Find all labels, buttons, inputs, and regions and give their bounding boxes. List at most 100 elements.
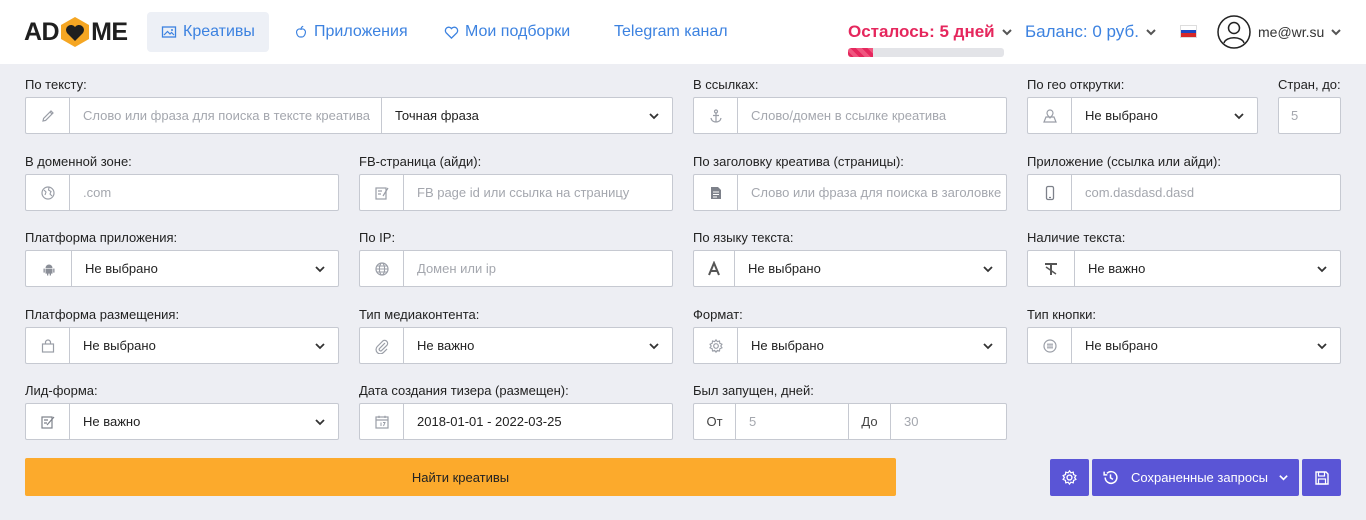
media-type-select[interactable]: Не важно [404, 328, 672, 363]
chevron-down-icon [983, 265, 993, 272]
logo[interactable]: AD ME [24, 15, 128, 49]
format-group: Не выбрано [693, 327, 1007, 364]
days-from-label: От [694, 404, 736, 439]
countries-group: 5 [1278, 97, 1341, 134]
nav-apps[interactable]: Приложения [294, 12, 408, 52]
ip-group: Домен или ip [359, 250, 673, 287]
button-type-value: Не выбрано [1085, 338, 1158, 353]
days-to-label: До [849, 404, 891, 439]
logo-heart-icon [61, 17, 90, 47]
nav-apps-label: Приложения [314, 23, 408, 40]
fb-page-label: FB-страница (айди): [359, 154, 482, 169]
headline-label: По заголовку креатива (страницы): [693, 154, 904, 169]
settings-button[interactable] [1050, 459, 1089, 496]
nav-telegram-label: Telegram канал [614, 23, 728, 40]
app-platform-group: Не выбрано [25, 250, 339, 287]
chevron-down-icon [1234, 112, 1244, 119]
links-group: Слово/домен в ссылке креатива [693, 97, 1007, 134]
days-from-input[interactable]: 5 [736, 404, 849, 439]
links-label: В ссылках: [693, 77, 759, 92]
balance-label: Баланс: 0 руб. [1025, 22, 1139, 41]
chevron-down-icon [1331, 29, 1342, 36]
chevron-down-icon [983, 342, 993, 349]
lead-form-label: Лид-форма: [25, 383, 98, 398]
fb-page-input[interactable]: FB page id или ссылка на страницу [404, 175, 672, 210]
links-input[interactable]: Слово/домен в ссылке креатива [738, 98, 1006, 133]
media-type-value: Не важно [417, 338, 475, 353]
app-input[interactable]: com.dasdasd.dasd [1072, 175, 1340, 210]
nav-collections[interactable]: Мои подборки [444, 12, 570, 52]
ip-input[interactable]: Домен или ip [404, 251, 672, 286]
countries-input[interactable]: 5 [1279, 98, 1340, 133]
nav-telegram[interactable]: Telegram канал [614, 12, 728, 52]
chevron-down-icon [1317, 265, 1327, 272]
find-creatives-button[interactable]: Найти креативы [25, 458, 896, 496]
button-type-select[interactable]: Не выбрано [1072, 328, 1340, 363]
edit-form-icon [26, 404, 70, 439]
map-pin-icon [1028, 98, 1072, 133]
text-search-input[interactable]: Слово или фраза для поиска в тексте креа… [70, 98, 381, 133]
logo-text-left: AD [24, 17, 60, 46]
android-icon [26, 251, 72, 286]
geo-group: Не выбрано [1027, 97, 1258, 134]
globe-icon [26, 175, 70, 210]
pencil-icon [26, 98, 70, 133]
nav-collections-label: Мои подборки [465, 23, 571, 40]
language-select[interactable]: Не выбрано [735, 251, 1006, 286]
subscription-days-label: Осталось: 5 дней [848, 22, 995, 41]
anchor-icon [694, 98, 738, 133]
button-type-group: Не выбрано [1027, 327, 1341, 364]
history-icon [1103, 470, 1118, 484]
save-query-button[interactable] [1302, 459, 1341, 496]
days-to-input[interactable]: 30 [891, 404, 1006, 439]
floppy-disk-icon [1314, 470, 1329, 485]
nav-creatives-label: Креативы [183, 23, 255, 40]
language-group: Не выбрано [693, 250, 1007, 287]
text-match-select[interactable]: Точная фраза [381, 98, 672, 133]
app-platform-label: Платформа приложения: [25, 230, 178, 245]
page-icon [360, 175, 404, 210]
created-date-input[interactable]: 2018-01-01 - 2022-03-25 [404, 404, 672, 439]
user-menu[interactable]: me@wr.su [1258, 24, 1342, 40]
days-running-label: Был запущен, дней: [693, 383, 814, 398]
user-avatar-icon[interactable] [1217, 15, 1251, 49]
saved-queries-button[interactable]: Сохраненные запросы [1092, 459, 1299, 496]
domain-zone-input[interactable]: .com [70, 175, 338, 210]
gear-icon [1062, 469, 1077, 486]
chevron-down-icon [315, 342, 325, 349]
placement-group: Не выбрано [25, 327, 339, 364]
has-text-label: Наличие текста: [1027, 230, 1126, 245]
headline-group: Слово или фраза для поиска в заголовке [693, 174, 1007, 211]
has-text-group: Не важно [1027, 250, 1341, 287]
balance[interactable]: Баланс: 0 руб. [1025, 22, 1157, 42]
media-type-group: Не важно [359, 327, 673, 364]
language-value: Не выбрано [748, 261, 821, 276]
chevron-down-icon [315, 265, 325, 272]
countries-label: Стран, до: [1278, 77, 1341, 92]
chevron-down-icon [1001, 29, 1012, 36]
logo-text-right: ME [91, 17, 128, 46]
geo-select[interactable]: Не выбрано [1072, 98, 1257, 133]
button-type-label: Тип кнопки: [1027, 307, 1096, 322]
headline-input[interactable]: Слово или фраза для поиска в заголовке [738, 175, 1006, 210]
media-type-label: Тип медиаконтента: [359, 307, 480, 322]
ru-flag-icon[interactable] [1180, 25, 1197, 38]
lead-form-select[interactable]: Не важно [70, 404, 338, 439]
text-search-label: По тексту: [25, 77, 87, 92]
text-match-value: Точная фраза [395, 108, 479, 123]
has-text-value: Не важно [1088, 261, 1146, 276]
app-label: Приложение (ссылка или айди): [1027, 154, 1221, 169]
has-text-select[interactable]: Не важно [1075, 251, 1340, 286]
placement-select[interactable]: Не выбрано [70, 328, 338, 363]
gear-icon [694, 328, 738, 363]
created-date-label: Дата создания тизера (размещен): [359, 383, 569, 398]
nav-creatives[interactable]: Креативы [147, 12, 269, 52]
subscription-progress-bar [848, 48, 1004, 57]
lead-form-value: Не важно [83, 414, 141, 429]
ip-label: По IP: [359, 230, 396, 245]
app-platform-select[interactable]: Не выбрано [72, 251, 338, 286]
format-select[interactable]: Не выбрано [738, 328, 1006, 363]
days-running-group: От 5 До 30 [693, 403, 1007, 440]
subscription-days[interactable]: Осталось: 5 дней [848, 22, 1013, 42]
lead-form-group: Не важно [25, 403, 339, 440]
